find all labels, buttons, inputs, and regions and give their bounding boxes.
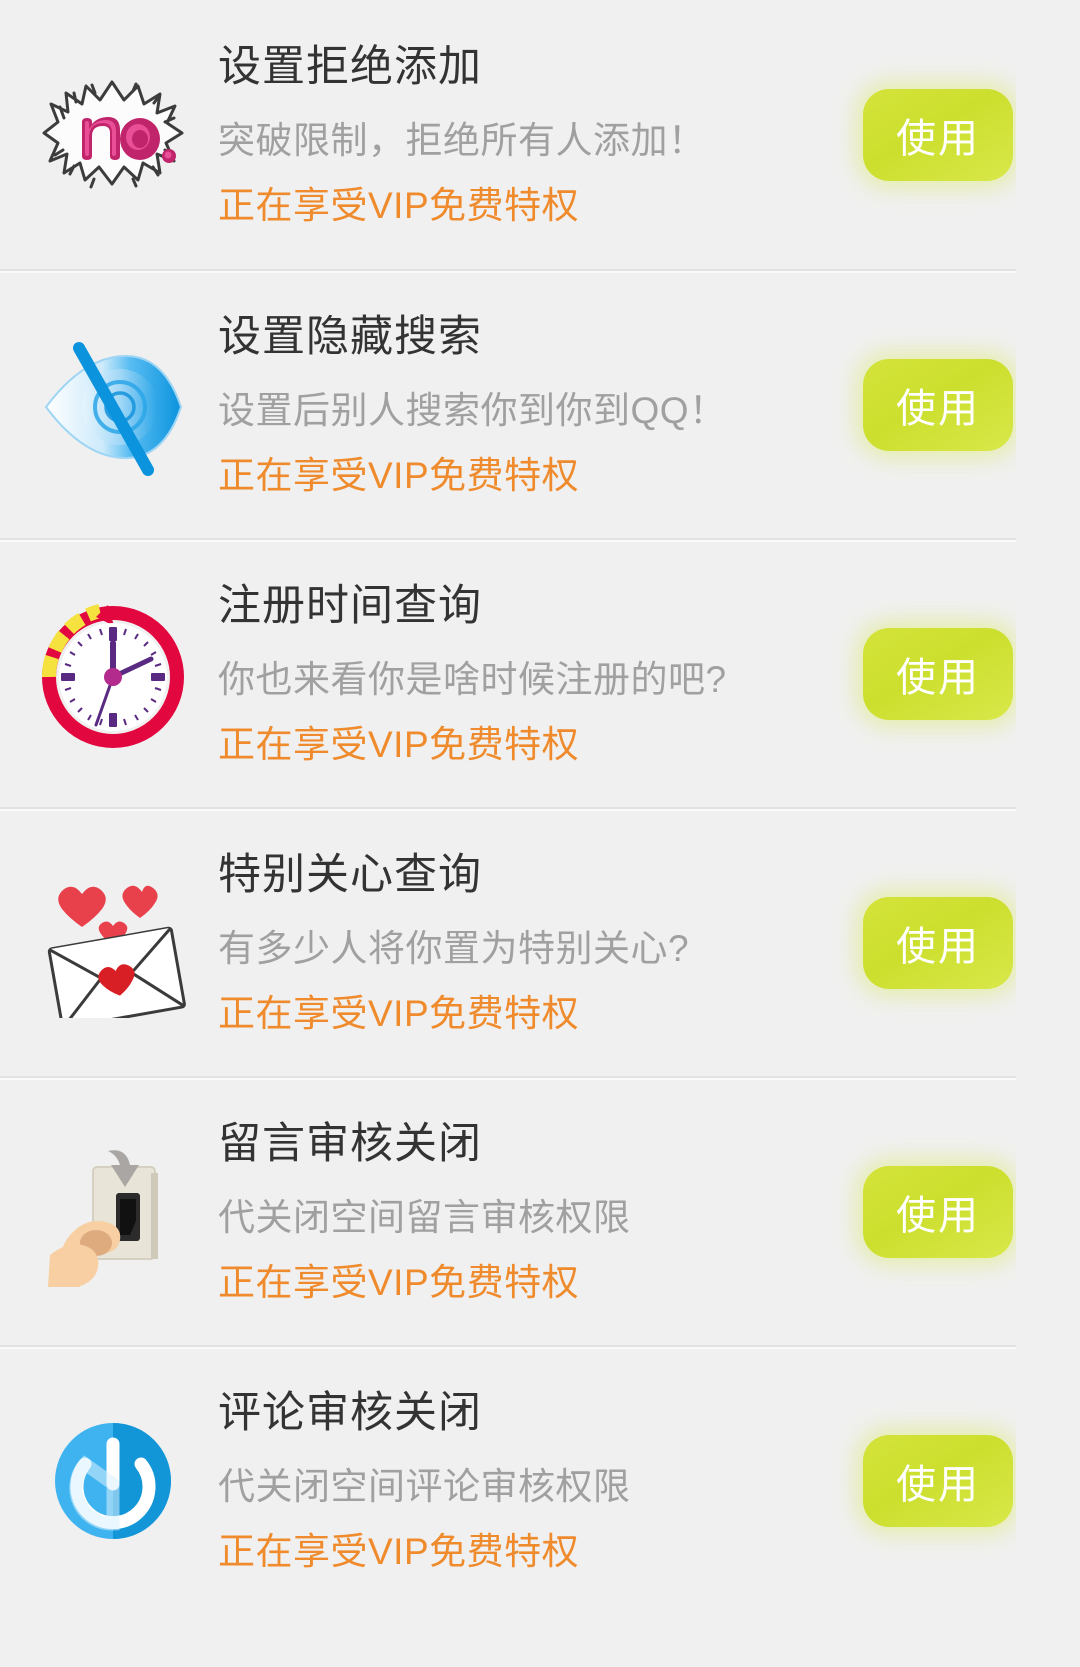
list-item[interactable]: 注册时间查询 你也来看你是啥时候注册的吧? 正在享受VIP免费特权 使用: [0, 538, 1016, 807]
list-item[interactable]: 评论审核关闭 代关闭空间评论审核权限 正在享受VIP免费特权 使用: [0, 1345, 1016, 1614]
use-button[interactable]: 使用: [863, 627, 1013, 720]
list-item-subtitle: 有多少人将你置为特别关心?: [218, 927, 690, 969]
list-item-vip-note: 正在享受VIP免费特权: [218, 1261, 580, 1303]
list-item-action-cell: 使用: [837, 1434, 1016, 1527]
list-item-text: 特别关心查询 有多少人将你置为特别关心? 正在享受VIP免费特权: [208, 850, 837, 1034]
privilege-list-screen: 设置拒绝添加 突破限制，拒绝所有人添加！ 正在享受VIP免费特权 使用 设置隐藏…: [0, 0, 1016, 1667]
use-button[interactable]: 使用: [863, 88, 1013, 181]
list-item-action-cell: 使用: [837, 358, 1016, 451]
list-item-title: 评论审核关闭: [218, 1388, 482, 1437]
use-button[interactable]: 使用: [863, 1434, 1013, 1527]
list-item-text: 注册时间查询 你也来看你是啥时候注册的吧? 正在享受VIP免费特权: [208, 581, 837, 765]
list-item-text: 设置拒绝添加 突破限制，拒绝所有人添加！ 正在享受VIP免费特权: [208, 42, 837, 226]
list-item[interactable]: 留言审核关闭 代关闭空间留言审核权限 正在享受VIP免费特权 使用: [0, 1076, 1016, 1345]
power-button-icon: [18, 1386, 208, 1576]
list-item-vip-note: 正在享受VIP免费特权: [218, 1530, 580, 1572]
list-item-vip-note: 正在享受VIP免费特权: [218, 723, 580, 765]
use-button[interactable]: 使用: [863, 1165, 1013, 1258]
no-speech-burst-icon: [18, 40, 208, 230]
list-item-subtitle: 代关闭空间留言审核权限: [218, 1196, 631, 1238]
list-item[interactable]: 设置拒绝添加 突破限制，拒绝所有人添加！ 正在享受VIP免费特权 使用: [0, 0, 1016, 269]
privilege-list: 设置拒绝添加 突破限制，拒绝所有人添加！ 正在享受VIP免费特权 使用 设置隐藏…: [0, 0, 1016, 1614]
hand-light-switch-icon: [18, 1117, 208, 1307]
list-item-action-cell: 使用: [837, 627, 1016, 720]
list-item-title: 留言审核关闭: [218, 1119, 482, 1168]
list-item-subtitle: 代关闭空间评论审核权限: [218, 1465, 631, 1507]
list-item[interactable]: 设置隐藏搜索 设置后别人搜索你到你到QQ！ 正在享受VIP免费特权 使用: [0, 269, 1016, 538]
list-item-vip-note: 正在享受VIP免费特权: [218, 454, 580, 496]
list-item-text: 评论审核关闭 代关闭空间评论审核权限 正在享受VIP免费特权: [208, 1388, 837, 1572]
list-item-vip-note: 正在享受VIP免费特权: [218, 184, 580, 226]
list-item-vip-note: 正在享受VIP免费特权: [218, 992, 580, 1034]
list-item[interactable]: 特别关心查询 有多少人将你置为特别关心? 正在享受VIP免费特权 使用: [0, 807, 1016, 1076]
list-item-subtitle: 突破限制，拒绝所有人添加！: [218, 119, 706, 161]
list-item-title: 特别关心查询: [218, 850, 482, 899]
list-item-subtitle: 设置后别人搜索你到你到QQ！: [218, 389, 727, 431]
list-item-action-cell: 使用: [837, 88, 1016, 181]
list-item-action-cell: 使用: [837, 1165, 1016, 1258]
list-item-title: 设置隐藏搜索: [218, 312, 482, 361]
hidden-eye-icon: [18, 310, 208, 500]
list-item-subtitle: 你也来看你是啥时候注册的吧?: [218, 658, 727, 700]
use-button[interactable]: 使用: [863, 358, 1013, 451]
list-item-title: 设置拒绝添加: [218, 42, 482, 91]
use-button[interactable]: 使用: [863, 896, 1013, 989]
clock-rewind-icon: [18, 579, 208, 769]
list-item-title: 注册时间查询: [218, 581, 482, 630]
love-letter-icon: [18, 848, 208, 1038]
list-item-action-cell: 使用: [837, 896, 1016, 989]
list-item-text: 设置隐藏搜索 设置后别人搜索你到你到QQ！ 正在享受VIP免费特权: [208, 312, 837, 496]
list-item-text: 留言审核关闭 代关闭空间留言审核权限 正在享受VIP免费特权: [208, 1119, 837, 1303]
